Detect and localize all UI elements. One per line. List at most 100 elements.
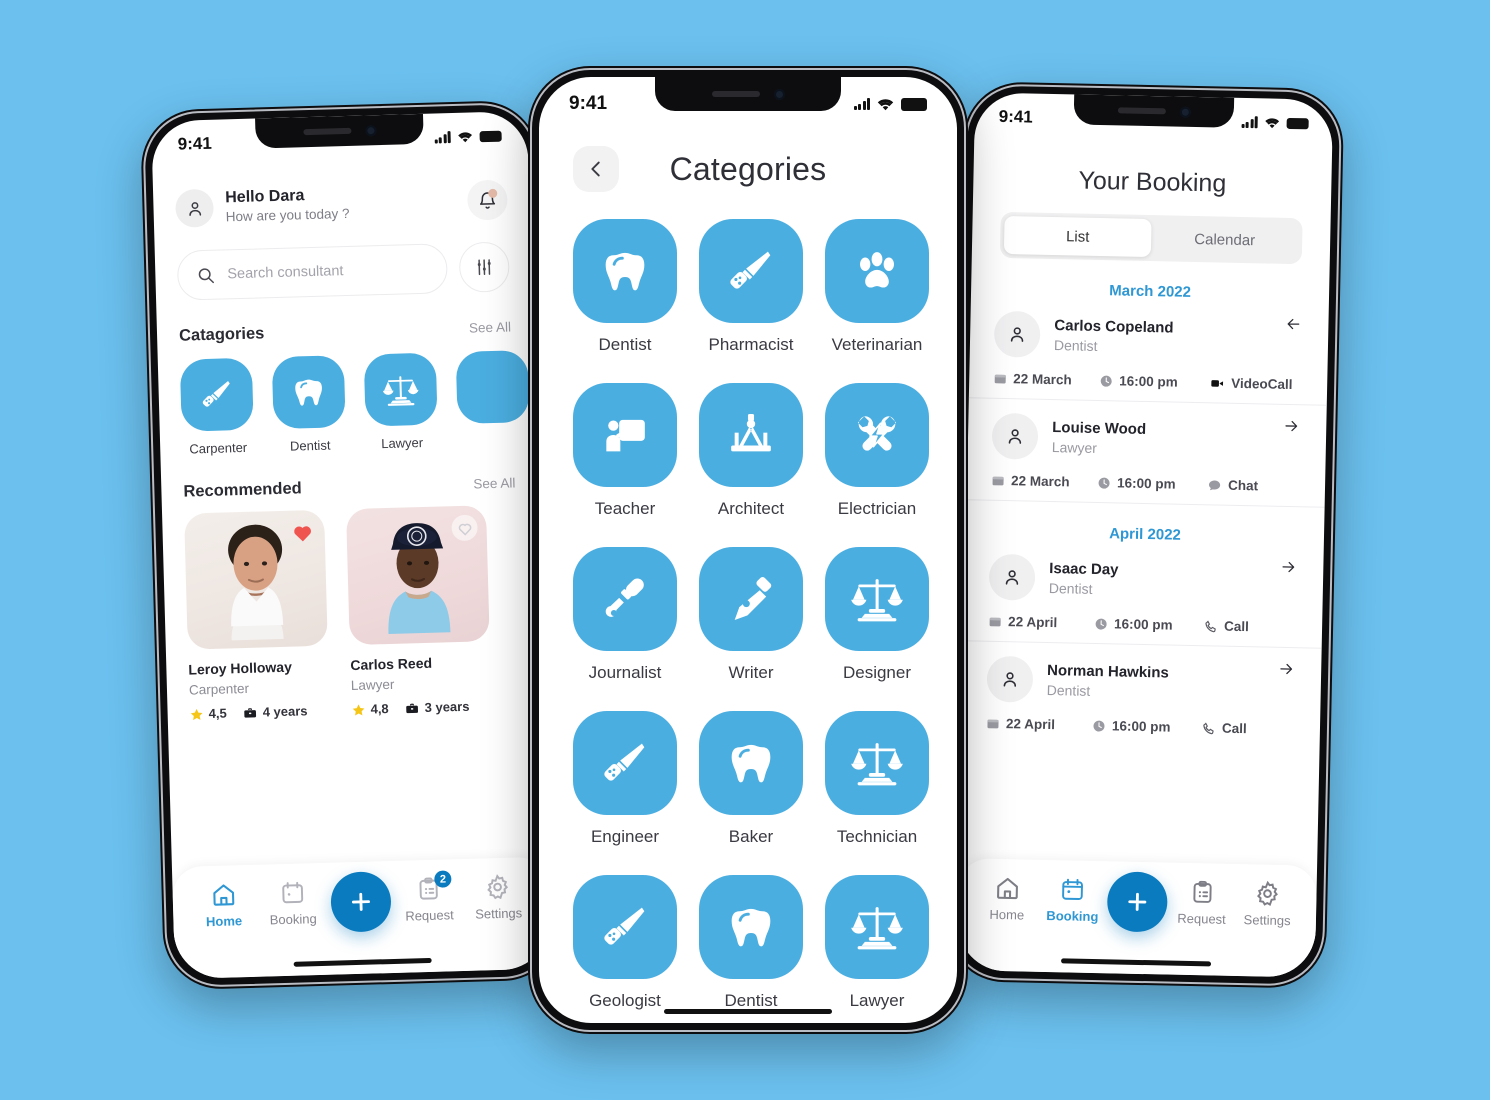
- tab-label: Settings: [474, 905, 523, 922]
- booking-meta: 22 March 16:00 pm Chat: [991, 473, 1301, 494]
- phone-categories: 9:41 Categories Dentist Pharmacist Veter…: [528, 66, 968, 1034]
- greeting-subtitle: How are you today ?: [225, 205, 350, 225]
- recommended-see-all[interactable]: See All: [473, 475, 515, 491]
- whiteboard-icon: [573, 383, 677, 487]
- search-placeholder: Search consultant: [227, 263, 344, 283]
- briefcase-icon: [244, 707, 257, 718]
- category-label: [458, 432, 530, 434]
- category-dentist[interactable]: Dentist: [271, 355, 347, 454]
- add-button[interactable]: [330, 871, 392, 933]
- tab-request[interactable]: 2 Request: [397, 870, 460, 924]
- saw-icon: [179, 357, 254, 432]
- category-journalist[interactable]: Journalist: [573, 547, 677, 683]
- battery-icon: [1286, 117, 1309, 129]
- tab-home[interactable]: Home: [192, 881, 255, 930]
- booking-row[interactable]: Louise Wood Lawyer 22 March 16:00 pm Cha…: [966, 398, 1327, 508]
- arrow-right-icon[interactable]: [1275, 660, 1297, 678]
- wrench-bolt-icon: [825, 383, 929, 487]
- booking-channel: VideoCall: [1209, 375, 1293, 392]
- status-bar: 9:41: [539, 77, 957, 115]
- category-writer[interactable]: Writer: [699, 547, 803, 683]
- tab-settings[interactable]: Settings: [1236, 880, 1299, 928]
- consultant-photo: [184, 509, 328, 650]
- category-carpenter[interactable]: Carpenter: [179, 357, 255, 457]
- notification-bell-button[interactable]: [466, 179, 508, 221]
- microphone-icon: [573, 547, 677, 651]
- recommended-card[interactable]: Carlos Reed Lawyer 4,8 3 years: [345, 505, 492, 717]
- tab-settings[interactable]: Settings: [467, 873, 530, 922]
- search-input[interactable]: Search consultant: [176, 243, 449, 301]
- booking-meta: 22 April 16:00 pm Call: [986, 716, 1296, 737]
- tab-label: Request: [405, 907, 454, 924]
- category-architect[interactable]: Architect: [699, 383, 803, 519]
- tab-request[interactable]: Request: [1170, 879, 1233, 927]
- recommended-card[interactable]: Leroy Holloway Carpenter 4,5 4 years: [184, 509, 330, 722]
- tab-booking[interactable]: Booking: [261, 879, 324, 928]
- tooth-icon: [699, 711, 803, 815]
- category-designer[interactable]: Designer: [825, 547, 929, 683]
- category-label: Architect: [717, 499, 785, 518]
- home-indicator: [664, 1009, 832, 1014]
- category-engineer[interactable]: Engineer: [573, 711, 677, 847]
- tab-home[interactable]: Home: [976, 875, 1039, 923]
- add-button[interactable]: [1106, 871, 1168, 933]
- category-label: Baker: [728, 827, 774, 846]
- gear-icon: [487, 874, 509, 900]
- home-icon: [996, 877, 1018, 900]
- search-icon: [198, 267, 214, 283]
- category-label: Writer: [728, 663, 774, 682]
- avatar[interactable]: [175, 188, 215, 228]
- arrow-right-icon[interactable]: [1280, 417, 1302, 435]
- booking-role: Lawyer: [1051, 439, 1098, 456]
- category-label: Geologist: [589, 991, 661, 1010]
- plus-icon: [1128, 892, 1147, 911]
- booking-person: Louise Wood Lawyer: [991, 412, 1303, 465]
- avatar: [986, 655, 1034, 703]
- booking-row[interactable]: Norman Hawkins Dentist 22 April 16:00 pm: [962, 641, 1322, 749]
- booking-row[interactable]: Carlos Copeland Dentist 22 March 16:00 p…: [968, 296, 1329, 406]
- briefcase-icon: [406, 703, 419, 713]
- category-teacher[interactable]: Teacher: [573, 383, 677, 519]
- category-partial[interactable]: [455, 349, 531, 449]
- categories-section-header: Catagories See All: [179, 317, 511, 345]
- booking-role: Dentist: [1053, 337, 1098, 354]
- consultant-meta: 4,8 3 years: [351, 698, 491, 717]
- booking-row[interactable]: Isaac Day Dentist 22 April 16:00 pm Call: [963, 539, 1324, 649]
- arrow-right-icon[interactable]: [1277, 558, 1299, 576]
- tab-calendar[interactable]: Calendar: [1151, 219, 1299, 260]
- category-dentist-2[interactable]: Dentist: [699, 875, 803, 1011]
- category-lawyer[interactable]: Lawyer: [825, 875, 929, 1011]
- category-baker[interactable]: Baker: [699, 711, 803, 847]
- category-electrician[interactable]: Electrician: [825, 383, 929, 519]
- favorite-heart-icon[interactable]: [289, 519, 316, 546]
- categories-title: Catagories: [178, 324, 265, 345]
- category-geologist[interactable]: Geologist: [573, 875, 677, 1011]
- experience: 4 years: [243, 703, 308, 720]
- booking-time: 16:00 pm: [1094, 616, 1204, 633]
- calendar-icon: [994, 374, 1006, 383]
- clock-icon: [1095, 618, 1107, 630]
- tab-booking[interactable]: Booking: [1041, 876, 1104, 924]
- category-technician[interactable]: Technician: [825, 711, 929, 847]
- rating-value: 4,5: [208, 705, 227, 722]
- category-pharmacist[interactable]: Pharmacist: [699, 219, 803, 355]
- clock-icon: [1093, 720, 1105, 732]
- category-label: Pharmacist: [708, 335, 794, 354]
- phone-home: 9:41 Hello Dara How are you today ? Sear…: [139, 99, 563, 991]
- tab-list[interactable]: List: [1003, 215, 1152, 258]
- filter-button[interactable]: [458, 241, 510, 293]
- booking-name: Norman Hawkins: [1046, 661, 1169, 682]
- category-lawyer[interactable]: Lawyer: [363, 352, 439, 452]
- booking-time: 16:00 pm: [1092, 718, 1202, 735]
- category-veterinarian[interactable]: Veterinarian: [825, 219, 929, 355]
- arrow-left-icon[interactable]: [1282, 315, 1304, 333]
- recommended-section-header: Recommended See All: [183, 473, 515, 501]
- categories-see-all[interactable]: See All: [469, 319, 511, 335]
- consultant-name: Leroy Holloway: [188, 658, 293, 678]
- categories-content: Categories Dentist Pharmacist Veterinari…: [539, 77, 957, 1023]
- rating: 4,8: [351, 701, 389, 717]
- category-label: Dentist: [724, 991, 778, 1010]
- category-label: Journalist: [588, 663, 662, 682]
- category-dentist[interactable]: Dentist: [573, 219, 677, 355]
- gear-icon: [1257, 880, 1279, 906]
